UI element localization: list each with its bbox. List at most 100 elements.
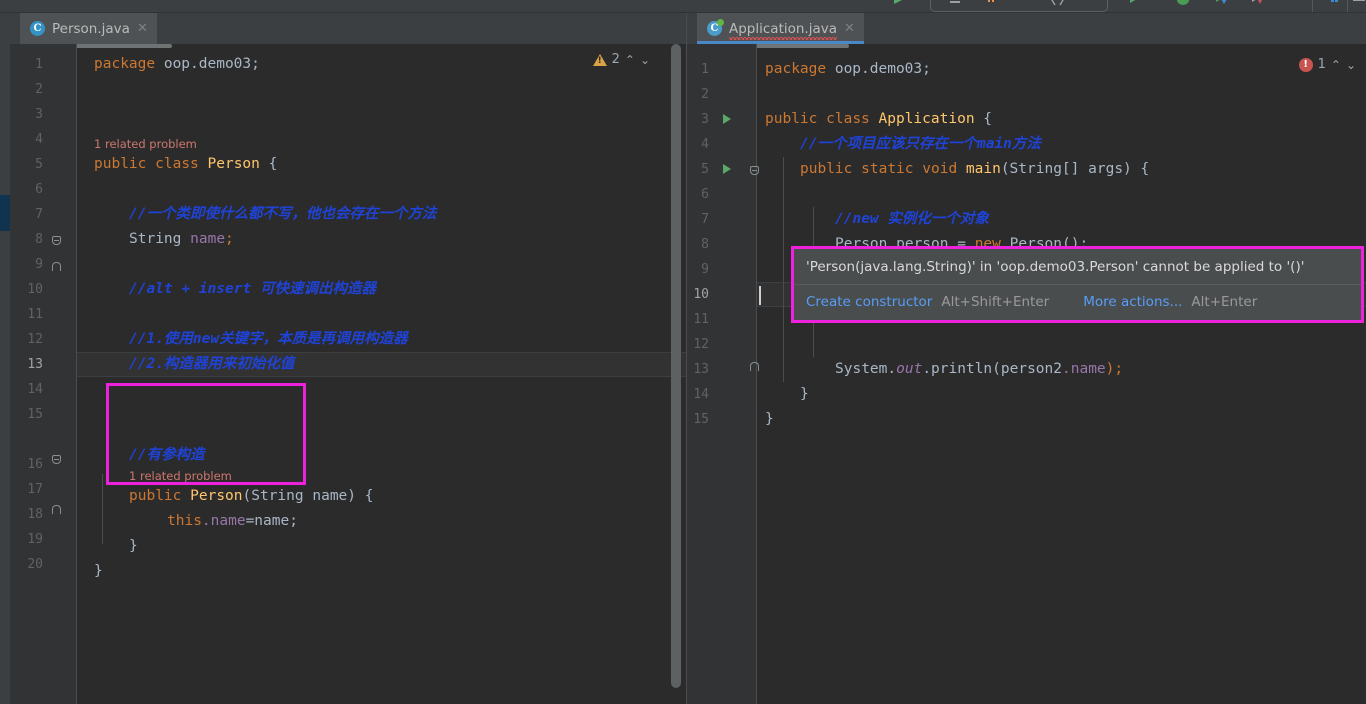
tab-label: Person.java — [52, 20, 130, 37]
tab-label: Application.java — [729, 20, 838, 40]
line-number: 11 — [27, 307, 43, 322]
line-number: 6 — [701, 187, 709, 202]
warning-icon — [592, 53, 607, 66]
more-actions-action[interactable]: More actions... — [1083, 294, 1182, 310]
chevron-down-icon[interactable]: ⌄ — [640, 53, 650, 67]
toolbar-divider-2 — [1347, 0, 1348, 12]
code-line-4: //一个项目应该只存在一个main方法 — [800, 136, 1041, 152]
code-line-5: //一个类即使什么都不写，他也会存在一个方法 — [129, 206, 437, 222]
error-icon: ! — [1298, 57, 1313, 72]
line-number: 8 — [35, 232, 43, 247]
editor-pane-right: C Application.java ✕ 1 2 3 4 5 6 7 8 9 1… — [687, 13, 1366, 704]
line-number: 1 — [35, 57, 43, 72]
more-actions-shortcut: Alt+Enter — [1191, 294, 1258, 310]
toolbar-divider-1 — [1312, 0, 1313, 12]
code-line-13: } — [800, 386, 809, 402]
line-number-current: 13 — [27, 357, 43, 372]
popup-message: 'Person(java.lang.String)' in 'oop.demo0… — [806, 259, 1305, 275]
fold-marker-open[interactable] — [52, 236, 61, 245]
code-area-left[interactable]: package oop.demo03; 1 related problem pu… — [77, 44, 686, 704]
gutter-left[interactable]: 1 2 3 4 5 6 7 8 9 10 11 12 13 14 15 16 1… — [10, 44, 77, 704]
build-icon[interactable] — [890, 0, 906, 8]
text-caret — [759, 286, 761, 305]
main-toolbar[interactable] — [0, 0, 1366, 13]
line-number: 5 — [35, 157, 43, 172]
more-icon[interactable] — [1352, 0, 1366, 6]
ide-window: C Person.java ✕ 1 2 3 4 5 6 7 8 9 10 11 … — [0, 0, 1366, 704]
line-number: 18 — [27, 507, 43, 522]
line-number-current: 10 — [693, 287, 709, 302]
error-intention-popup[interactable]: 'Person(java.lang.String)' in 'oop.demo0… — [791, 246, 1364, 323]
tabbar-right: C Application.java ✕ — [687, 13, 1366, 44]
editor-left[interactable]: 1 2 3 4 5 6 7 8 9 10 11 12 13 14 15 16 1… — [10, 44, 686, 704]
inspection-widget-right[interactable]: ! 1 ⌃ ⌄ — [1298, 57, 1356, 72]
run-icon[interactable] — [1126, 0, 1140, 6]
line-number: 7 — [35, 207, 43, 222]
line-number: 2 — [701, 87, 709, 102]
line-number: 15 — [693, 412, 709, 427]
code-area-right[interactable]: package oop.demo03; public class Applica… — [757, 44, 1366, 704]
line-number: 14 — [27, 382, 43, 397]
fold-marker-close[interactable] — [52, 505, 61, 514]
line-number: 1 — [701, 62, 709, 77]
chevron-up-icon[interactable]: ⌃ — [1331, 58, 1341, 72]
line-number: 9 — [35, 257, 43, 272]
stop-icon[interactable] — [1285, 0, 1301, 7]
java-class-icon: C — [30, 21, 45, 36]
chevron-down-icon[interactable]: ⌄ — [1346, 58, 1356, 72]
editor-pane-left: C Person.java ✕ 1 2 3 4 5 6 7 8 9 10 11 … — [10, 13, 686, 704]
code-line-6: String name; — [129, 231, 234, 247]
line-number: 9 — [701, 262, 709, 277]
tab-person-java[interactable]: C Person.java ✕ — [20, 13, 157, 44]
code-line-12: System.out.println(person2.name); — [835, 361, 1124, 377]
vertical-scrollbar-left[interactable] — [671, 44, 681, 688]
code-line-5: public static void main(String[] args) { — [800, 161, 1150, 177]
code-line-14: } — [765, 411, 774, 427]
line-number: 5 — [701, 162, 709, 177]
create-constructor-shortcut: Alt+Shift+Enter — [941, 294, 1050, 310]
line-number: 12 — [27, 332, 43, 347]
editor-right[interactable]: 1 2 3 4 5 6 7 8 9 10 11 12 13 14 15 pack… — [687, 44, 1366, 704]
line-number: 13 — [693, 362, 709, 377]
inspection-widget-left[interactable]: 2 ⌃ ⌄ — [592, 52, 650, 67]
bookmark-marker[interactable] — [0, 195, 10, 231]
close-icon[interactable]: ✕ — [137, 22, 148, 35]
line-number: 4 — [701, 137, 709, 152]
services-icon[interactable] — [1320, 0, 1340, 8]
code-line-1: package oop.demo03; — [765, 61, 931, 77]
line-number: 3 — [701, 112, 709, 127]
line-number: 16 — [27, 457, 43, 472]
debug-icon[interactable] — [1174, 0, 1192, 8]
code-line-17: this.name=name; — [167, 513, 298, 529]
code-line-7: //new 实例化一个对象 — [835, 211, 989, 227]
code-line-3: public class Application { — [765, 111, 993, 127]
line-number: 3 — [35, 107, 43, 122]
code-line-10: //1.使用new关键字，本质是再调用构造器 — [129, 331, 408, 347]
app-select-icon[interactable] — [947, 0, 963, 8]
run-class-icon[interactable] — [723, 114, 731, 124]
run-method-icon[interactable] — [723, 164, 731, 174]
close-icon[interactable]: ✕ — [844, 22, 855, 35]
warning-count: 2 — [611, 52, 620, 67]
code-line-8: //alt + insert 可快速调出构造器 — [129, 281, 376, 297]
code-line-18: } — [129, 538, 138, 554]
chevron-up-icon[interactable]: ⌃ — [625, 53, 635, 67]
line-number: 20 — [27, 557, 43, 572]
code-line-16: public Person(String name) { — [129, 488, 374, 504]
line-number: 17 — [27, 482, 43, 497]
line-number: 7 — [701, 212, 709, 227]
code-line-3: public class Person { — [94, 156, 278, 172]
error-count: 1 — [1317, 57, 1326, 72]
code-line-11: //2.构造器用来初始化值 — [129, 356, 295, 372]
fold-marker-open[interactable] — [52, 455, 61, 464]
run-with-coverage-icon[interactable] — [1212, 0, 1230, 9]
gutter-right[interactable]: 1 2 3 4 5 6 7 8 9 10 11 12 13 14 15 — [687, 44, 759, 704]
fold-marker-close[interactable] — [52, 262, 61, 271]
create-constructor-action[interactable]: Create constructor — [806, 294, 932, 310]
brackets-icon[interactable] — [1047, 0, 1067, 9]
tab-application-java[interactable]: C Application.java ✕ — [697, 13, 864, 44]
coffee-icon[interactable] — [983, 0, 1001, 9]
line-number: 15 — [27, 407, 43, 422]
java-class-modified-icon: C — [707, 19, 724, 36]
profile-icon[interactable] — [1248, 0, 1266, 9]
